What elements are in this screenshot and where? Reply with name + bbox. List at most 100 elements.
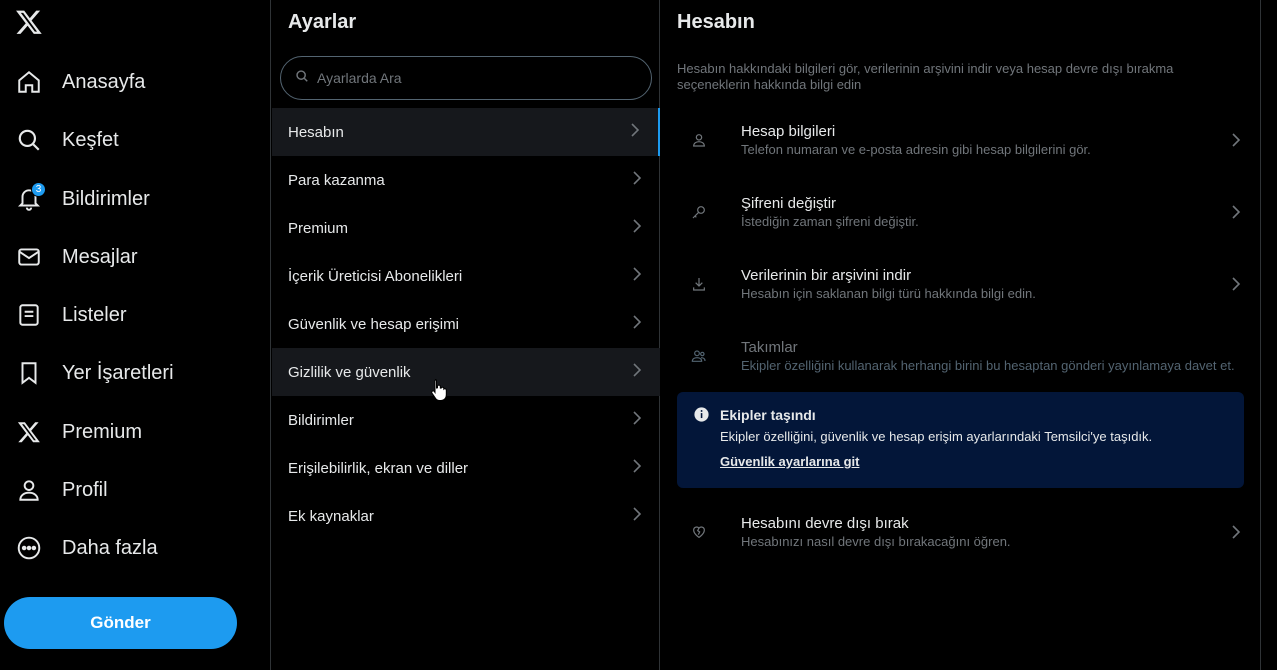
person-icon	[16, 477, 42, 503]
page-title: Ayarlar	[288, 11, 357, 33]
account-detail-column: Hesabın Hesabın hakkındaki bilgileri gör…	[661, 0, 1261, 670]
x-logo-icon	[16, 419, 42, 445]
option-teams: Takımlar Ekipler özelliğini kullanarak h…	[677, 320, 1245, 392]
chevron-right-icon	[1221, 525, 1245, 539]
option-deactivate[interactable]: Hesabını devre dışı bırak Hesabınızı nas…	[677, 496, 1245, 568]
option-subtitle: Ekipler özelliğini kullanarak herhangi b…	[741, 358, 1235, 373]
person-icon	[677, 132, 725, 148]
info-icon	[693, 406, 710, 423]
settings-column: Ayarlar Hesabın Para kazanma Premium İçe…	[272, 0, 660, 670]
x-logo-icon[interactable]	[15, 8, 45, 38]
settings-item-resources[interactable]: Ek kaynaklar	[272, 492, 660, 540]
nav-item-bookmarks[interactable]: Yer İşaretleri	[6, 349, 184, 397]
option-title: Takımlar	[741, 339, 798, 356]
nav-label: Keşfet	[62, 128, 119, 151]
nav-label: Premium	[62, 420, 143, 443]
settings-item-creator-subscriptions[interactable]: İçerik Üreticisi Abonelikleri	[272, 252, 660, 300]
post-button[interactable]: Gönder	[4, 597, 237, 649]
settings-item-label: Güvenlik ve hesap erişimi	[288, 315, 459, 333]
teams-moved-notice: Ekipler taşındı Ekipler özelliğini, güve…	[677, 392, 1244, 488]
settings-item-label: Hesabın	[288, 123, 344, 141]
settings-item-label: Erişilebilirlik, ekran ve diller	[288, 459, 469, 477]
settings-search[interactable]	[280, 56, 652, 100]
option-text: Verilerinin bir arşivini indir Hesabın i…	[725, 266, 1221, 302]
settings-item-label: Premium	[288, 219, 349, 237]
option-subtitle: Hesabın için saklanan bilgi türü hakkınd…	[741, 286, 1036, 301]
option-text: Hesabını devre dışı bırak Hesabınızı nas…	[725, 514, 1221, 550]
mail-icon	[16, 244, 42, 270]
download-icon	[677, 276, 725, 292]
settings-item-privacy[interactable]: Gizlilik ve güvenlik	[272, 348, 660, 396]
chevron-right-icon	[632, 314, 642, 334]
notice-title: Ekipler taşındı	[720, 406, 816, 423]
nav-label: Listeler	[62, 303, 127, 326]
home-icon	[16, 69, 42, 95]
more-icon	[16, 535, 42, 561]
settings-item-label: İçerik Üreticisi Abonelikleri	[288, 267, 463, 285]
search-icon	[295, 69, 309, 88]
chevron-right-icon	[632, 506, 642, 526]
nav-item-notifications[interactable]: 3 Bildirimler	[6, 175, 160, 223]
detail-description: Hesabın hakkındaki bilgileri gör, verile…	[677, 61, 1174, 92]
primary-nav: Anasayfa Keşfet 3 Bildirimler Mesajlar L…	[0, 0, 271, 670]
option-title: Verilerinin bir arşivini indir	[741, 267, 912, 284]
hand-cursor-icon	[430, 378, 448, 402]
option-text: Hesap bilgileri Telefon numaran ve e-pos…	[725, 122, 1221, 158]
nav-item-profile[interactable]: Profil	[6, 466, 118, 514]
search-icon	[16, 127, 42, 153]
option-change-password[interactable]: Şifreni değiştir İstediğin zaman şifreni…	[677, 176, 1245, 248]
nav-item-lists[interactable]: Listeler	[6, 291, 136, 339]
option-title: Hesabını devre dışı bırak	[741, 515, 909, 532]
nav-label: Anasayfa	[62, 70, 146, 93]
bell-icon: 3	[16, 182, 46, 212]
settings-item-notifications[interactable]: Bildirimler	[272, 396, 660, 444]
chevron-right-icon	[1221, 133, 1245, 147]
nav-item-explore[interactable]: Keşfet	[6, 116, 129, 164]
chevron-right-icon	[1221, 205, 1245, 219]
nav-item-home[interactable]: Anasayfa	[6, 58, 155, 106]
list-icon	[16, 302, 42, 328]
settings-item-account[interactable]: Hesabın	[272, 108, 660, 156]
nav-label: Bildirimler	[62, 187, 150, 210]
detail-title: Hesabın	[677, 11, 755, 33]
settings-item-premium[interactable]: Premium	[272, 204, 660, 252]
chevron-right-icon	[632, 362, 642, 382]
settings-item-label: Bildirimler	[288, 411, 354, 429]
option-subtitle: İstediğin zaman şifreni değiştir.	[741, 214, 919, 229]
nav-label: Yer İşaretleri	[62, 361, 174, 384]
chevron-right-icon	[1221, 277, 1245, 291]
chevron-right-icon	[630, 122, 640, 142]
option-download-archive[interactable]: Verilerinin bir arşivini indir Hesabın i…	[677, 248, 1245, 320]
nav-label: Profil	[62, 478, 108, 501]
security-settings-link[interactable]: Güvenlik ayarlarına git	[720, 454, 859, 469]
option-title: Şifreni değiştir	[741, 195, 837, 212]
nav-item-messages[interactable]: Mesajlar	[6, 233, 148, 281]
nav-item-premium[interactable]: Premium	[6, 408, 152, 456]
settings-item-label: Para kazanma	[288, 171, 385, 189]
search-input[interactable]	[317, 70, 617, 86]
nav-label: Mesajlar	[62, 245, 138, 268]
chevron-right-icon	[632, 266, 642, 286]
chevron-right-icon	[632, 170, 642, 190]
option-subtitle: Hesabınızı nasıl devre dışı bırakacağını…	[741, 534, 1011, 549]
chevron-right-icon	[632, 458, 642, 478]
bookmark-icon	[16, 360, 42, 386]
option-text: Takımlar Ekipler özelliğini kullanarak h…	[725, 338, 1245, 374]
app: Anasayfa Keşfet 3 Bildirimler Mesajlar L…	[0, 0, 1277, 670]
notification-badge: 3	[31, 182, 46, 197]
option-subtitle: Telefon numaran ve e-posta adresin gibi …	[741, 142, 1091, 157]
notice-body: Ekipler özelliğini, güvenlik ve hesap er…	[720, 429, 1153, 444]
broken-heart-icon	[677, 524, 725, 540]
team-icon	[677, 348, 725, 364]
settings-item-label: Gizlilik ve güvenlik	[288, 363, 411, 381]
chevron-right-icon	[632, 410, 642, 430]
option-account-info[interactable]: Hesap bilgileri Telefon numaran ve e-pos…	[677, 104, 1245, 176]
key-icon	[677, 204, 725, 220]
nav-item-more[interactable]: Daha fazla	[6, 524, 168, 572]
settings-item-monetization[interactable]: Para kazanma	[272, 156, 660, 204]
option-title: Hesap bilgileri	[741, 123, 836, 140]
settings-item-security[interactable]: Güvenlik ve hesap erişimi	[272, 300, 660, 348]
nav-label: Daha fazla	[62, 536, 158, 559]
settings-item-accessibility[interactable]: Erişilebilirlik, ekran ve diller	[272, 444, 660, 492]
chevron-right-icon	[632, 218, 642, 238]
